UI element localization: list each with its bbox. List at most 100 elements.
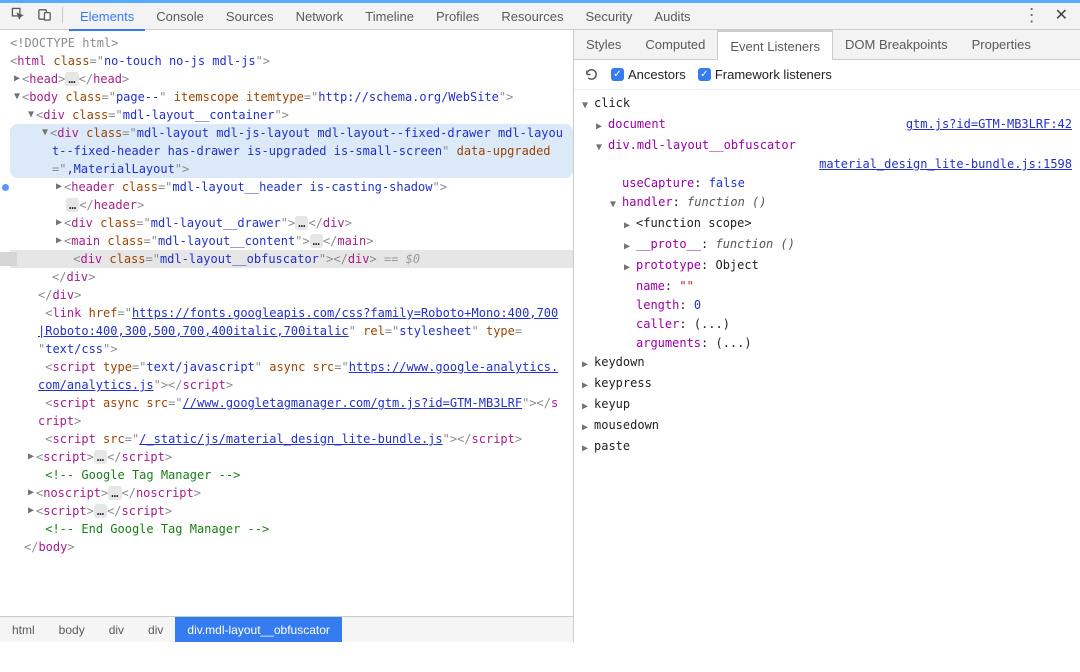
property-row[interactable]: length: 0 xyxy=(582,296,1072,315)
framework-checkbox[interactable]: ✓ Framework listeners xyxy=(698,67,832,82)
dom-node[interactable]: ▼<div class="mdl-layout mdl-js-layout md… xyxy=(10,124,573,178)
tab-audits[interactable]: Audits xyxy=(643,3,701,30)
dom-node[interactable]: <!-- End Google Tag Manager --> xyxy=(10,520,573,538)
tab-resources[interactable]: Resources xyxy=(490,3,574,30)
breadcrumb-item[interactable]: div xyxy=(136,617,175,642)
ancestors-checkbox[interactable]: ✓ Ancestors xyxy=(611,67,686,82)
property-row[interactable]: caller: (...) xyxy=(582,315,1072,334)
ellipsis[interactable]: … xyxy=(108,486,121,500)
ellipsis[interactable]: … xyxy=(65,72,78,86)
dom-node[interactable]: <script src="/_static/js/material_design… xyxy=(10,430,573,448)
dom-node[interactable]: </div> xyxy=(10,268,573,286)
event-category[interactable]: ▶keyup xyxy=(582,395,1072,416)
expand-toggle[interactable]: ▼ xyxy=(610,193,622,214)
dom-node[interactable]: ▶<noscript>…</noscript> xyxy=(10,484,573,502)
expand-toggle[interactable]: ▼ xyxy=(40,124,50,142)
tab-dom-breakpoints[interactable]: DOM Breakpoints xyxy=(833,30,960,59)
property-row[interactable]: ▶prototype: Object xyxy=(582,256,1072,277)
breadcrumb-item-selected[interactable]: div.mdl-layout__obfuscator xyxy=(175,617,342,642)
expand-toggle[interactable]: ▶ xyxy=(582,437,594,458)
property-row[interactable]: name: "" xyxy=(582,277,1072,296)
dom-node[interactable]: ▶<header class="mdl-layout__header is-ca… xyxy=(10,178,573,214)
breakpoint-dot[interactable] xyxy=(0,178,12,196)
dom-node[interactable]: <script type="text/javascript" async src… xyxy=(10,358,573,394)
event-category[interactable]: ▶keypress xyxy=(582,374,1072,395)
expand-toggle[interactable]: ▶ xyxy=(26,502,36,520)
tab-sources[interactable]: Sources xyxy=(215,3,285,30)
expand-toggle[interactable]: ▶ xyxy=(624,256,636,277)
dom-node[interactable]: <link href="https://fonts.googleapis.com… xyxy=(10,304,573,358)
dom-node[interactable]: ▶<div class="mdl-layout__drawer">…</div> xyxy=(10,214,573,232)
ellipsis[interactable]: … xyxy=(94,450,107,464)
expand-toggle[interactable]: ▶ xyxy=(582,374,594,395)
ellipsis[interactable]: … xyxy=(295,216,308,230)
expand-toggle[interactable]: ▶ xyxy=(54,232,64,250)
dom-node[interactable]: <!DOCTYPE html> xyxy=(10,34,573,52)
expand-toggle[interactable]: ▼ xyxy=(582,94,594,115)
dom-node[interactable]: ▼<div class="mdl-layout__container"> xyxy=(10,106,573,124)
listener-row[interactable]: ▼div.mdl-layout__obfuscatormaterial_desi… xyxy=(582,136,1072,174)
tab-event-listeners[interactable]: Event Listeners xyxy=(717,30,833,60)
property-row[interactable]: ▶<function scope> xyxy=(582,214,1072,235)
event-category[interactable]: ▶mousedown xyxy=(582,416,1072,437)
source-link[interactable]: gtm.js?id=GTM-MB3LRF:42 xyxy=(906,115,1072,134)
property-row[interactable]: useCapture: false xyxy=(582,174,1072,193)
expand-toggle[interactable]: ▶ xyxy=(54,214,64,232)
property-row[interactable]: ▶__proto__: function () xyxy=(582,235,1072,256)
dom-node[interactable]: </div> xyxy=(10,286,573,304)
dom-node-selected[interactable]: <div class="mdl-layout__obfuscator"></di… xyxy=(10,250,573,268)
expand-toggle[interactable]: ▼ xyxy=(596,136,608,157)
breadcrumb-item[interactable]: html xyxy=(0,617,47,642)
event-category[interactable]: ▶paste xyxy=(582,437,1072,458)
tab-styles[interactable]: Styles xyxy=(574,30,633,59)
kebab-menu-icon[interactable]: ⋮ xyxy=(1023,6,1041,24)
ellipsis[interactable]: … xyxy=(310,234,323,248)
expand-toggle[interactable]: ▶ xyxy=(54,178,64,196)
property-row[interactable]: arguments: (...) xyxy=(582,334,1072,353)
breadcrumb-item[interactable]: body xyxy=(47,617,97,642)
refresh-icon[interactable] xyxy=(584,67,599,82)
event-category[interactable]: ▶keydown xyxy=(582,353,1072,374)
ellipsis[interactable]: … xyxy=(66,198,79,212)
ellipsis[interactable]: … xyxy=(94,504,107,518)
event-listeners-tree[interactable]: ▼click ▶documentgtm.js?id=GTM-MB3LRF:42 … xyxy=(574,90,1080,462)
tab-console[interactable]: Console xyxy=(145,3,215,30)
expand-toggle[interactable]: ▶ xyxy=(12,70,22,88)
expand-toggle[interactable]: ▶ xyxy=(596,115,608,136)
expand-toggle[interactable]: ▶ xyxy=(582,353,594,374)
expand-toggle[interactable]: ▶ xyxy=(582,395,594,416)
expand-toggle[interactable]: ▼ xyxy=(26,106,36,124)
expand-toggle[interactable]: ▶ xyxy=(582,416,594,437)
dom-node[interactable]: ▶<script>…</script> xyxy=(10,502,573,520)
source-link[interactable]: material_design_lite-bundle.js:1598 xyxy=(819,155,1072,174)
inspect-element-icon[interactable] xyxy=(10,7,26,23)
tab-profiles[interactable]: Profiles xyxy=(425,3,490,30)
dom-node[interactable]: </body> xyxy=(10,538,573,556)
expand-toggle[interactable]: ▼ xyxy=(12,88,22,106)
dom-node[interactable]: <script async src="//www.googletagmanage… xyxy=(10,394,573,430)
expand-toggle[interactable]: ▶ xyxy=(624,214,636,235)
listener-row[interactable]: ▶documentgtm.js?id=GTM-MB3LRF:42 xyxy=(582,115,1072,136)
event-category[interactable]: ▼click xyxy=(582,94,1072,115)
dom-tree[interactable]: <!DOCTYPE html> <html class="no-touch no… xyxy=(0,30,573,616)
dom-node[interactable]: <!-- Google Tag Manager --> xyxy=(10,466,573,484)
dom-node[interactable]: <html class="no-touch no-js mdl-js"> xyxy=(10,52,573,70)
tab-network[interactable]: Network xyxy=(285,3,355,30)
dom-node[interactable]: ▶<script>…</script> xyxy=(10,448,573,466)
dom-node[interactable]: ▶<main class="mdl-layout__content">…</ma… xyxy=(10,232,573,250)
expand-toggle[interactable]: ▶ xyxy=(624,235,636,256)
dom-node[interactable]: ▼<body class="page--" itemscope itemtype… xyxy=(10,88,573,106)
expand-toggle[interactable]: ▶ xyxy=(26,484,36,502)
tab-timeline[interactable]: Timeline xyxy=(354,3,425,30)
property-row[interactable]: ▼handler: function () xyxy=(582,193,1072,214)
panel-tabs: Elements Console Sources Network Timelin… xyxy=(69,0,702,30)
tab-security[interactable]: Security xyxy=(574,3,643,30)
tab-properties[interactable]: Properties xyxy=(960,30,1043,59)
close-devtools-icon[interactable]: ✕ xyxy=(1055,5,1068,25)
dom-node[interactable]: ▶<head>…</head> xyxy=(10,70,573,88)
device-toggle-icon[interactable] xyxy=(36,7,52,23)
tab-elements[interactable]: Elements xyxy=(69,3,145,30)
breadcrumb-item[interactable]: div xyxy=(97,617,136,642)
expand-toggle[interactable]: ▶ xyxy=(26,448,36,466)
tab-computed[interactable]: Computed xyxy=(633,30,717,59)
